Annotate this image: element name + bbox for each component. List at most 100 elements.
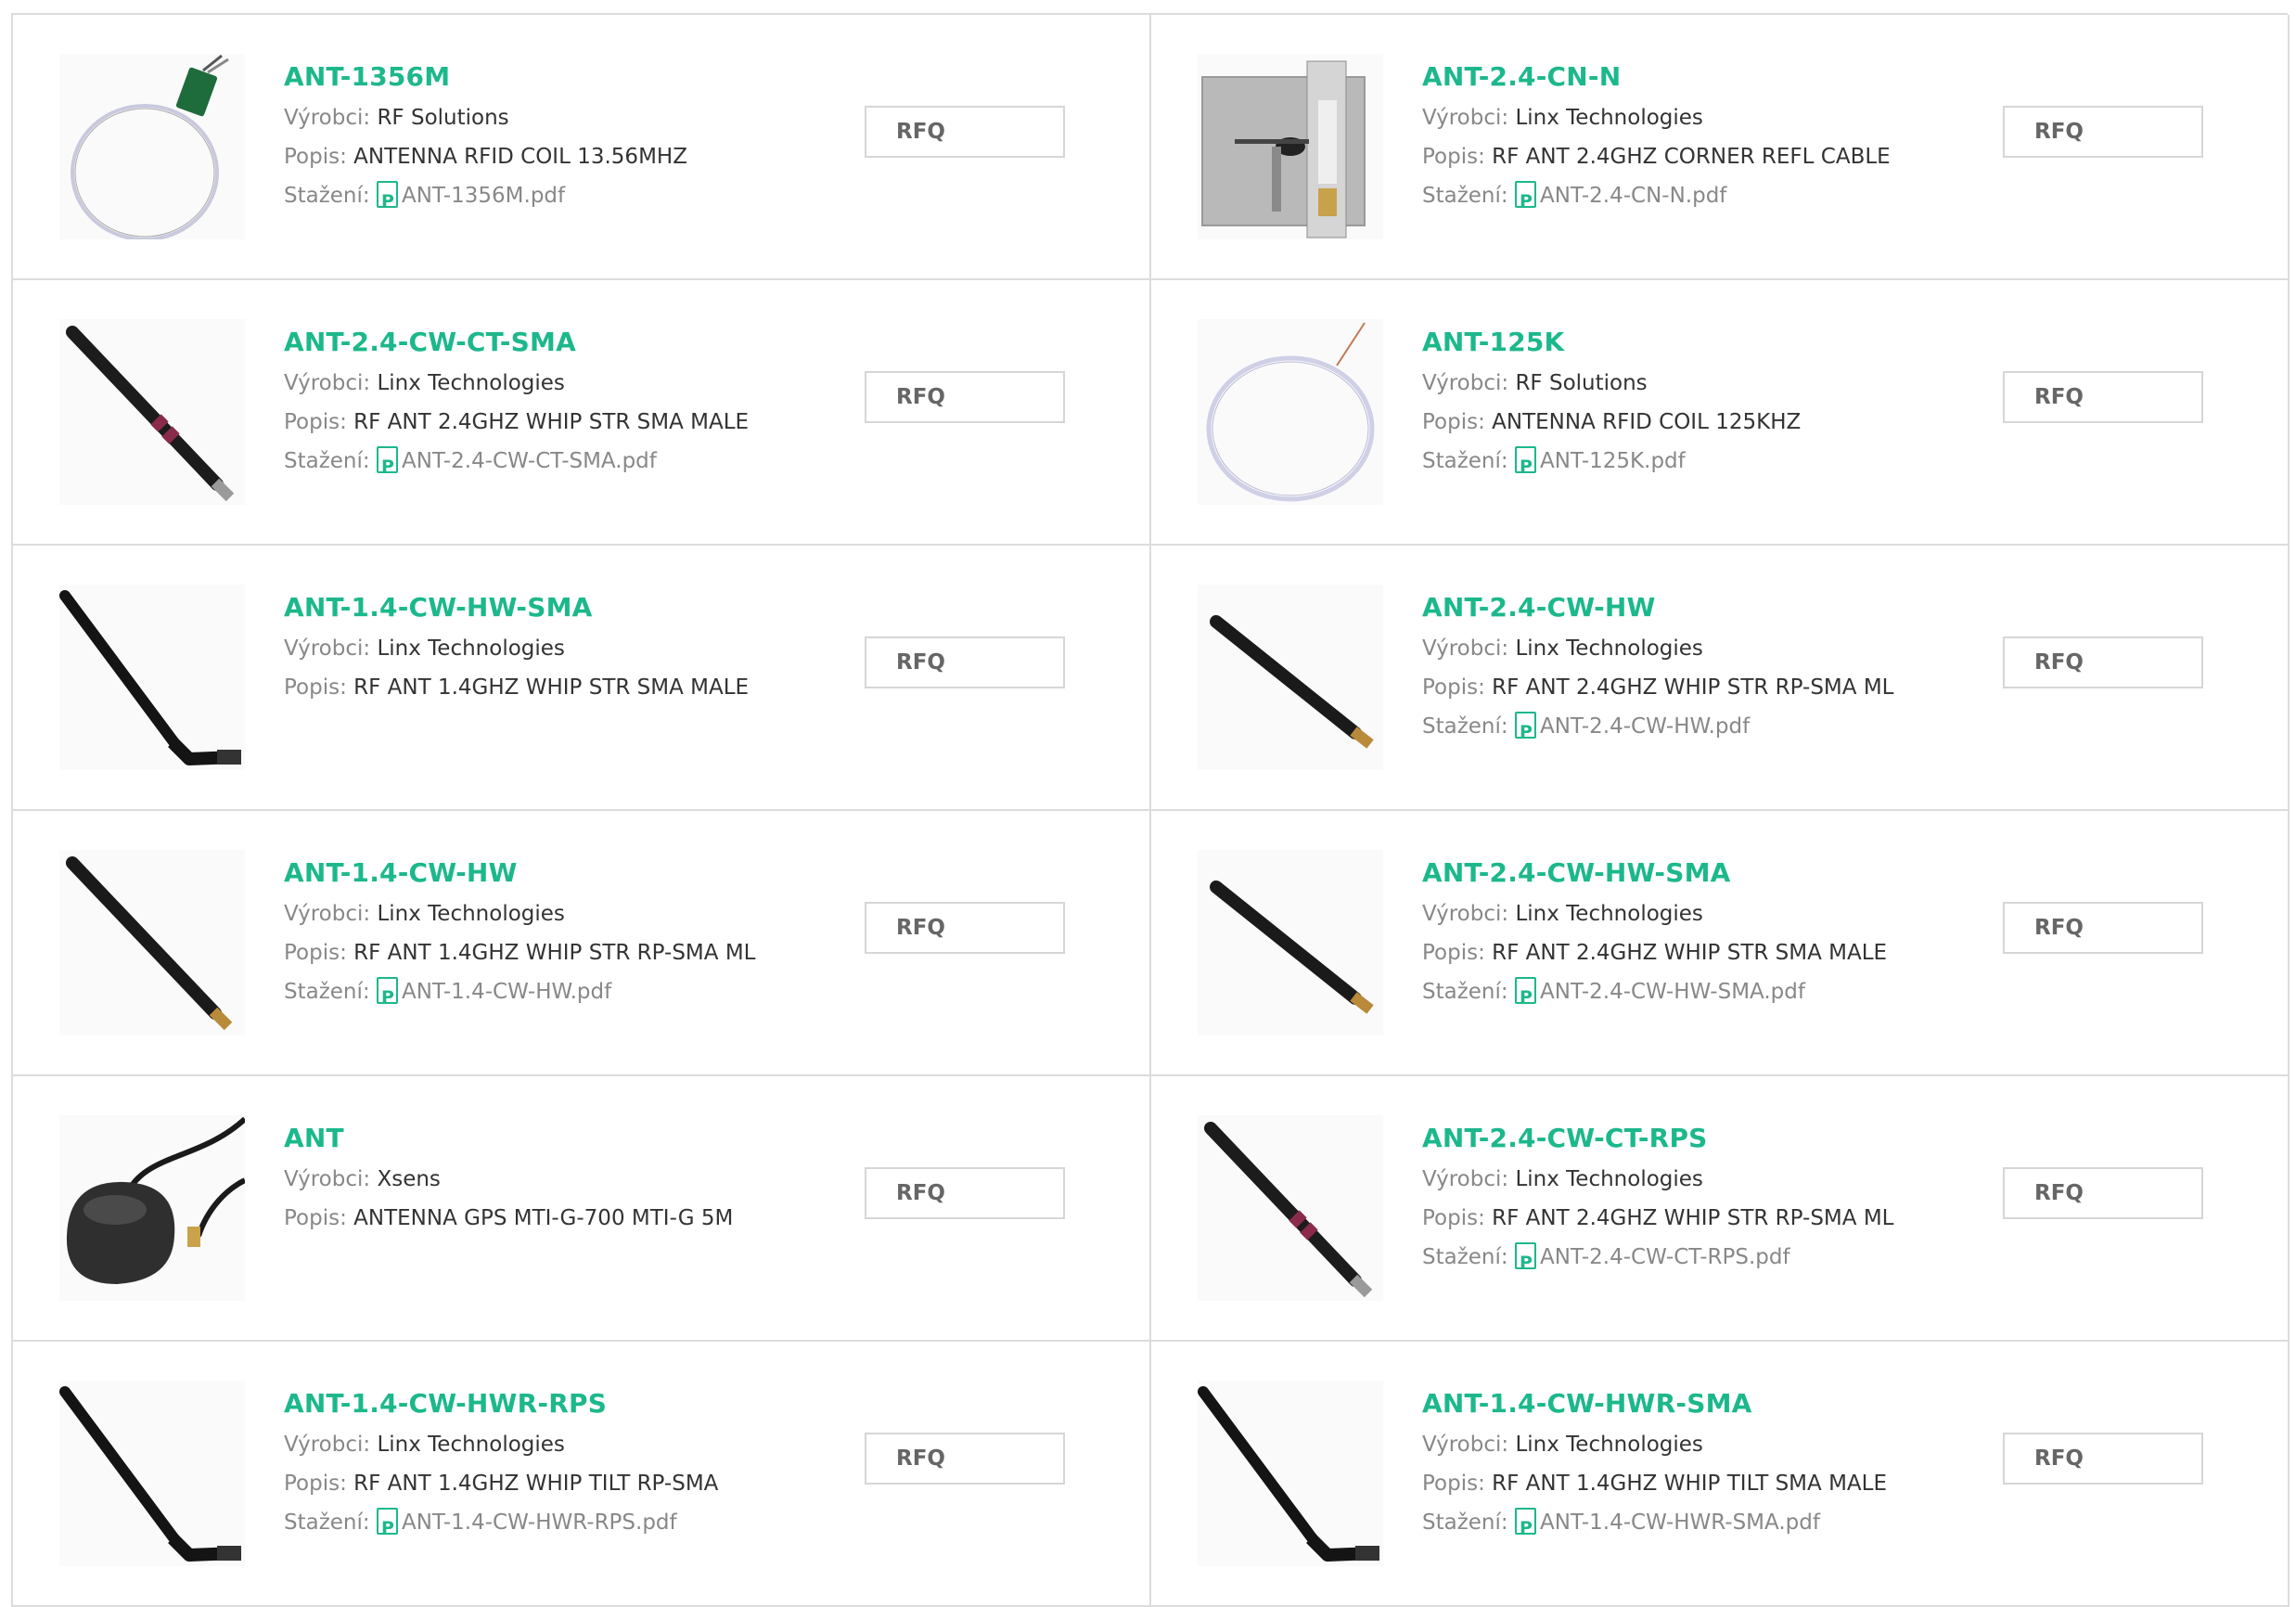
product-title-link[interactable]: ANT-1.4-CW-HWR-SMA xyxy=(1422,1388,1979,1425)
rfq-button[interactable]: RFQ xyxy=(2003,106,2203,158)
manufacturer-label: Výrobci: xyxy=(284,1433,371,1457)
datasheet-link[interactable]: ANT-2.4-CW-HW-SMA.pdf xyxy=(1540,980,1805,1004)
manufacturer-row: Výrobci: Linx Technologies xyxy=(1422,1425,1979,1464)
rfq-button[interactable]: RFQ xyxy=(2003,1167,2203,1219)
pdf-icon[interactable] xyxy=(1514,1242,1536,1282)
download-row: Stažení: ANT-2.4-CN-N.pdf xyxy=(1422,176,1979,221)
manufacturer-value: Linx Technologies xyxy=(1515,1167,1703,1191)
product-image[interactable] xyxy=(59,1115,245,1301)
pdf-icon[interactable] xyxy=(1514,712,1536,752)
product-image[interactable] xyxy=(59,54,245,239)
rfq-button[interactable]: RFQ xyxy=(2003,1433,2203,1485)
manufacturer-row: Výrobci: Linx Technologies xyxy=(1422,1160,1979,1199)
product-info: ANT-1.4-CW-HWR-SMA Výrobci: Linx Technolo… xyxy=(1422,1388,1979,1548)
product-title-link[interactable]: ANT-1.4-CW-HW-SMA xyxy=(284,592,840,629)
download-row: Stažení: ANT-2.4-CW-HW-SMA.pdf xyxy=(1422,972,1979,1017)
datasheet-link[interactable]: ANT-2.4-CW-CT-SMA.pdf xyxy=(402,449,657,473)
pdf-icon[interactable] xyxy=(1514,977,1536,1017)
description-label: Popis: xyxy=(284,1472,347,1496)
rfq-button[interactable]: RFQ xyxy=(865,902,1065,954)
rfq-button[interactable]: RFQ xyxy=(865,1167,1065,1219)
pdf-icon[interactable] xyxy=(1514,1508,1536,1548)
rfq-button[interactable]: RFQ xyxy=(865,371,1065,423)
product-card: ANT-2.4-CW-HW-SMA Výrobci: Linx Technolog… xyxy=(1151,811,2290,1076)
description-value: RF ANT 2.4GHZ WHIP STR SMA MALE xyxy=(353,410,750,434)
description-row: Popis: RF ANT 2.4GHZ WHIP STR RP-SMA ML xyxy=(1422,668,1979,707)
product-info: ANT-1.4-CW-HW-SMA Výrobci: Linx Technolog… xyxy=(284,592,840,707)
product-image[interactable] xyxy=(59,1381,245,1566)
datasheet-link[interactable]: ANT-2.4-CW-HW.pdf xyxy=(1540,714,1750,739)
manufacturer-value: Linx Technologies xyxy=(1515,106,1703,130)
product-title-link[interactable]: ANT-2.4-CW-CT-SMA xyxy=(284,327,840,364)
description-row: Popis: RF ANT 1.4GHZ WHIP TILT RP-SMA xyxy=(284,1464,840,1503)
datasheet-link[interactable]: ANT-1.4-CW-HWR-SMA.pdf xyxy=(1540,1511,1820,1535)
datasheet-link[interactable]: ANT-1356M.pdf xyxy=(402,184,565,208)
description-row: Popis: RF ANT 1.4GHZ WHIP STR RP-SMA ML xyxy=(284,933,840,972)
datasheet-link[interactable]: ANT-125K.pdf xyxy=(1540,449,1686,473)
manufacturer-label: Výrobci: xyxy=(284,106,371,130)
datasheet-link[interactable]: ANT-2.4-CN-N.pdf xyxy=(1540,184,1726,208)
product-info: ANT-125K Výrobci: RF Solutions Popis: ANTE… xyxy=(1422,327,1979,486)
rfq-button[interactable]: RFQ xyxy=(2003,636,2203,688)
rfq-button[interactable]: RFQ xyxy=(865,1433,1065,1485)
product-image[interactable] xyxy=(59,319,245,505)
product-image[interactable] xyxy=(59,850,245,1035)
manufacturer-label: Výrobci: xyxy=(1422,371,1509,395)
product-card: ANT-1.4-CW-HWR-RPS Výrobci: Linx Technolo… xyxy=(13,1342,1151,1607)
description-row: Popis: RF ANT 1.4GHZ WHIP STR SMA MALE xyxy=(284,668,840,707)
product-title-link[interactable]: ANT-2.4-CW-HW xyxy=(1422,592,1979,629)
description-value: RF ANT 1.4GHZ WHIP STR RP-SMA ML xyxy=(353,941,756,965)
rfq-button[interactable]: RFQ xyxy=(865,636,1065,688)
description-label: Popis: xyxy=(1422,675,1485,700)
description-row: Popis: RF ANT 1.4GHZ WHIP TILT SMA MALE xyxy=(1422,1464,1979,1503)
manufacturer-label: Výrobci: xyxy=(1422,902,1509,926)
product-image[interactable] xyxy=(59,585,245,770)
download-row: Stažení: ANT-1.4-CW-HWR-RPS.pdf xyxy=(284,1503,840,1548)
product-image[interactable] xyxy=(1198,585,1383,770)
manufacturer-value: Linx Technologies xyxy=(1515,636,1703,661)
rfq-button[interactable]: RFQ xyxy=(2003,371,2203,423)
product-image[interactable] xyxy=(1198,850,1383,1035)
datasheet-link[interactable]: ANT-1.4-CW-HW.pdf xyxy=(402,980,611,1004)
pdf-icon[interactable] xyxy=(1514,181,1536,221)
product-card: ANT-1356M Výrobci: RF Solutions Popis: ANT… xyxy=(13,15,1151,280)
manufacturer-value: RF Solutions xyxy=(1515,371,1648,395)
manufacturer-value: Linx Technologies xyxy=(1515,902,1703,926)
datasheet-link[interactable]: ANT-1.4-CW-HWR-RPS.pdf xyxy=(402,1511,677,1535)
product-card: ANT-1.4-CW-HW-SMA Výrobci: Linx Technolog… xyxy=(13,546,1151,811)
pdf-icon[interactable] xyxy=(376,977,398,1017)
product-title-link[interactable]: ANT-125K xyxy=(1422,327,1979,364)
manufacturer-row: Výrobci: RF Solutions xyxy=(284,98,840,137)
pdf-icon[interactable] xyxy=(376,1508,398,1548)
description-row: Popis: RF ANT 2.4GHZ WHIP STR SMA MALE xyxy=(1422,933,1979,972)
product-title-link[interactable]: ANT-1.4-CW-HWR-RPS xyxy=(284,1388,840,1425)
manufacturer-row: Výrobci: RF Solutions xyxy=(1422,364,1979,403)
product-image[interactable] xyxy=(1198,319,1383,505)
pdf-icon[interactable] xyxy=(1514,446,1536,486)
product-title-link[interactable]: ANT-2.4-CN-N xyxy=(1422,61,1979,98)
product-title-link[interactable]: ANT-1356M xyxy=(284,61,840,98)
pdf-icon[interactable] xyxy=(376,181,398,221)
manufacturer-label: Výrobci: xyxy=(1422,1433,1509,1457)
description-value: ANTENNA RFID COIL 13.56MHZ xyxy=(353,145,687,169)
product-image[interactable] xyxy=(1198,54,1383,239)
product-card: ANT-1.4-CW-HWR-SMA Výrobci: Linx Technolo… xyxy=(1151,1342,2290,1607)
product-image[interactable] xyxy=(1198,1381,1383,1566)
manufacturer-value: Linx Technologies xyxy=(377,636,565,661)
product-title-link[interactable]: ANT-2.4-CW-HW-SMA xyxy=(1422,857,1979,894)
product-title-link[interactable]: ANT-1.4-CW-HW xyxy=(284,857,840,894)
rfq-button[interactable]: RFQ xyxy=(865,106,1065,158)
product-info: ANT-2.4-CW-HW-SMA Výrobci: Linx Technolog… xyxy=(1422,857,1979,1017)
description-label: Popis: xyxy=(284,675,347,700)
datasheet-link[interactable]: ANT-2.4-CW-CT-RPS.pdf xyxy=(1540,1245,1790,1269)
product-title-link[interactable]: ANT-2.4-CW-CT-RPS xyxy=(1422,1123,1979,1160)
manufacturer-row: Výrobci: Linx Technologies xyxy=(1422,98,1979,137)
rfq-button[interactable]: RFQ xyxy=(2003,902,2203,954)
description-value: RF ANT 1.4GHZ WHIP TILT SMA MALE xyxy=(1492,1472,1887,1496)
manufacturer-value: Linx Technologies xyxy=(1515,1433,1703,1457)
product-title-link[interactable]: ANT xyxy=(284,1123,840,1160)
manufacturer-row: Výrobci: Linx Technologies xyxy=(284,364,840,403)
download-label: Stažení: xyxy=(1422,980,1508,1004)
pdf-icon[interactable] xyxy=(376,446,398,486)
product-image[interactable] xyxy=(1198,1115,1383,1301)
